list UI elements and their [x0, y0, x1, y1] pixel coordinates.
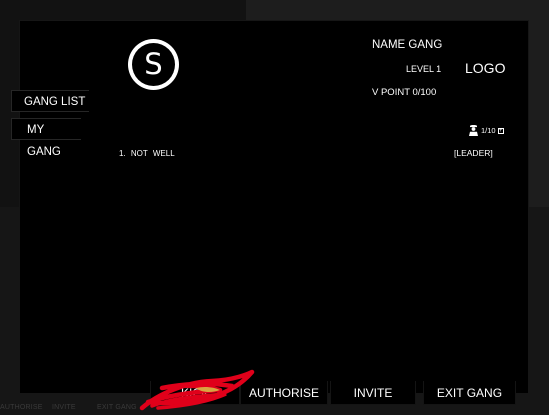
member-row[interactable]: 1. NOT WELL: [119, 149, 175, 158]
red-scribble: [139, 369, 255, 411]
member-count: 1/10 +: [468, 125, 504, 136]
gang-name: NAME GANG: [372, 39, 443, 51]
plus-icon[interactable]: +: [497, 127, 504, 134]
member-rank: [LEADER]: [454, 148, 493, 158]
background-authorise-label: AUTHORISE: [0, 404, 43, 411]
background-exit-label: EXIT GANG: [97, 404, 137, 411]
gang-panel: [19, 20, 529, 394]
background-invite-label: INVITE: [52, 404, 76, 411]
gang-level: LEVEL 1: [406, 64, 442, 74]
tab-gang-list[interactable]: GANG LIST: [11, 90, 89, 112]
tab-my-gang[interactable]: MY GANG: [11, 118, 81, 158]
invite-button[interactable]: INVITE: [330, 381, 416, 405]
member-count-label: 1/10: [481, 126, 496, 135]
gang-avatar: S: [128, 39, 179, 90]
gang-points: V POINT 0/100: [372, 87, 437, 98]
gang-logo: LOGO: [465, 60, 506, 76]
user-icon: [469, 125, 478, 136]
exit-gang-button[interactable]: EXIT GANG: [423, 381, 516, 405]
avatar-letter: S: [132, 43, 175, 86]
